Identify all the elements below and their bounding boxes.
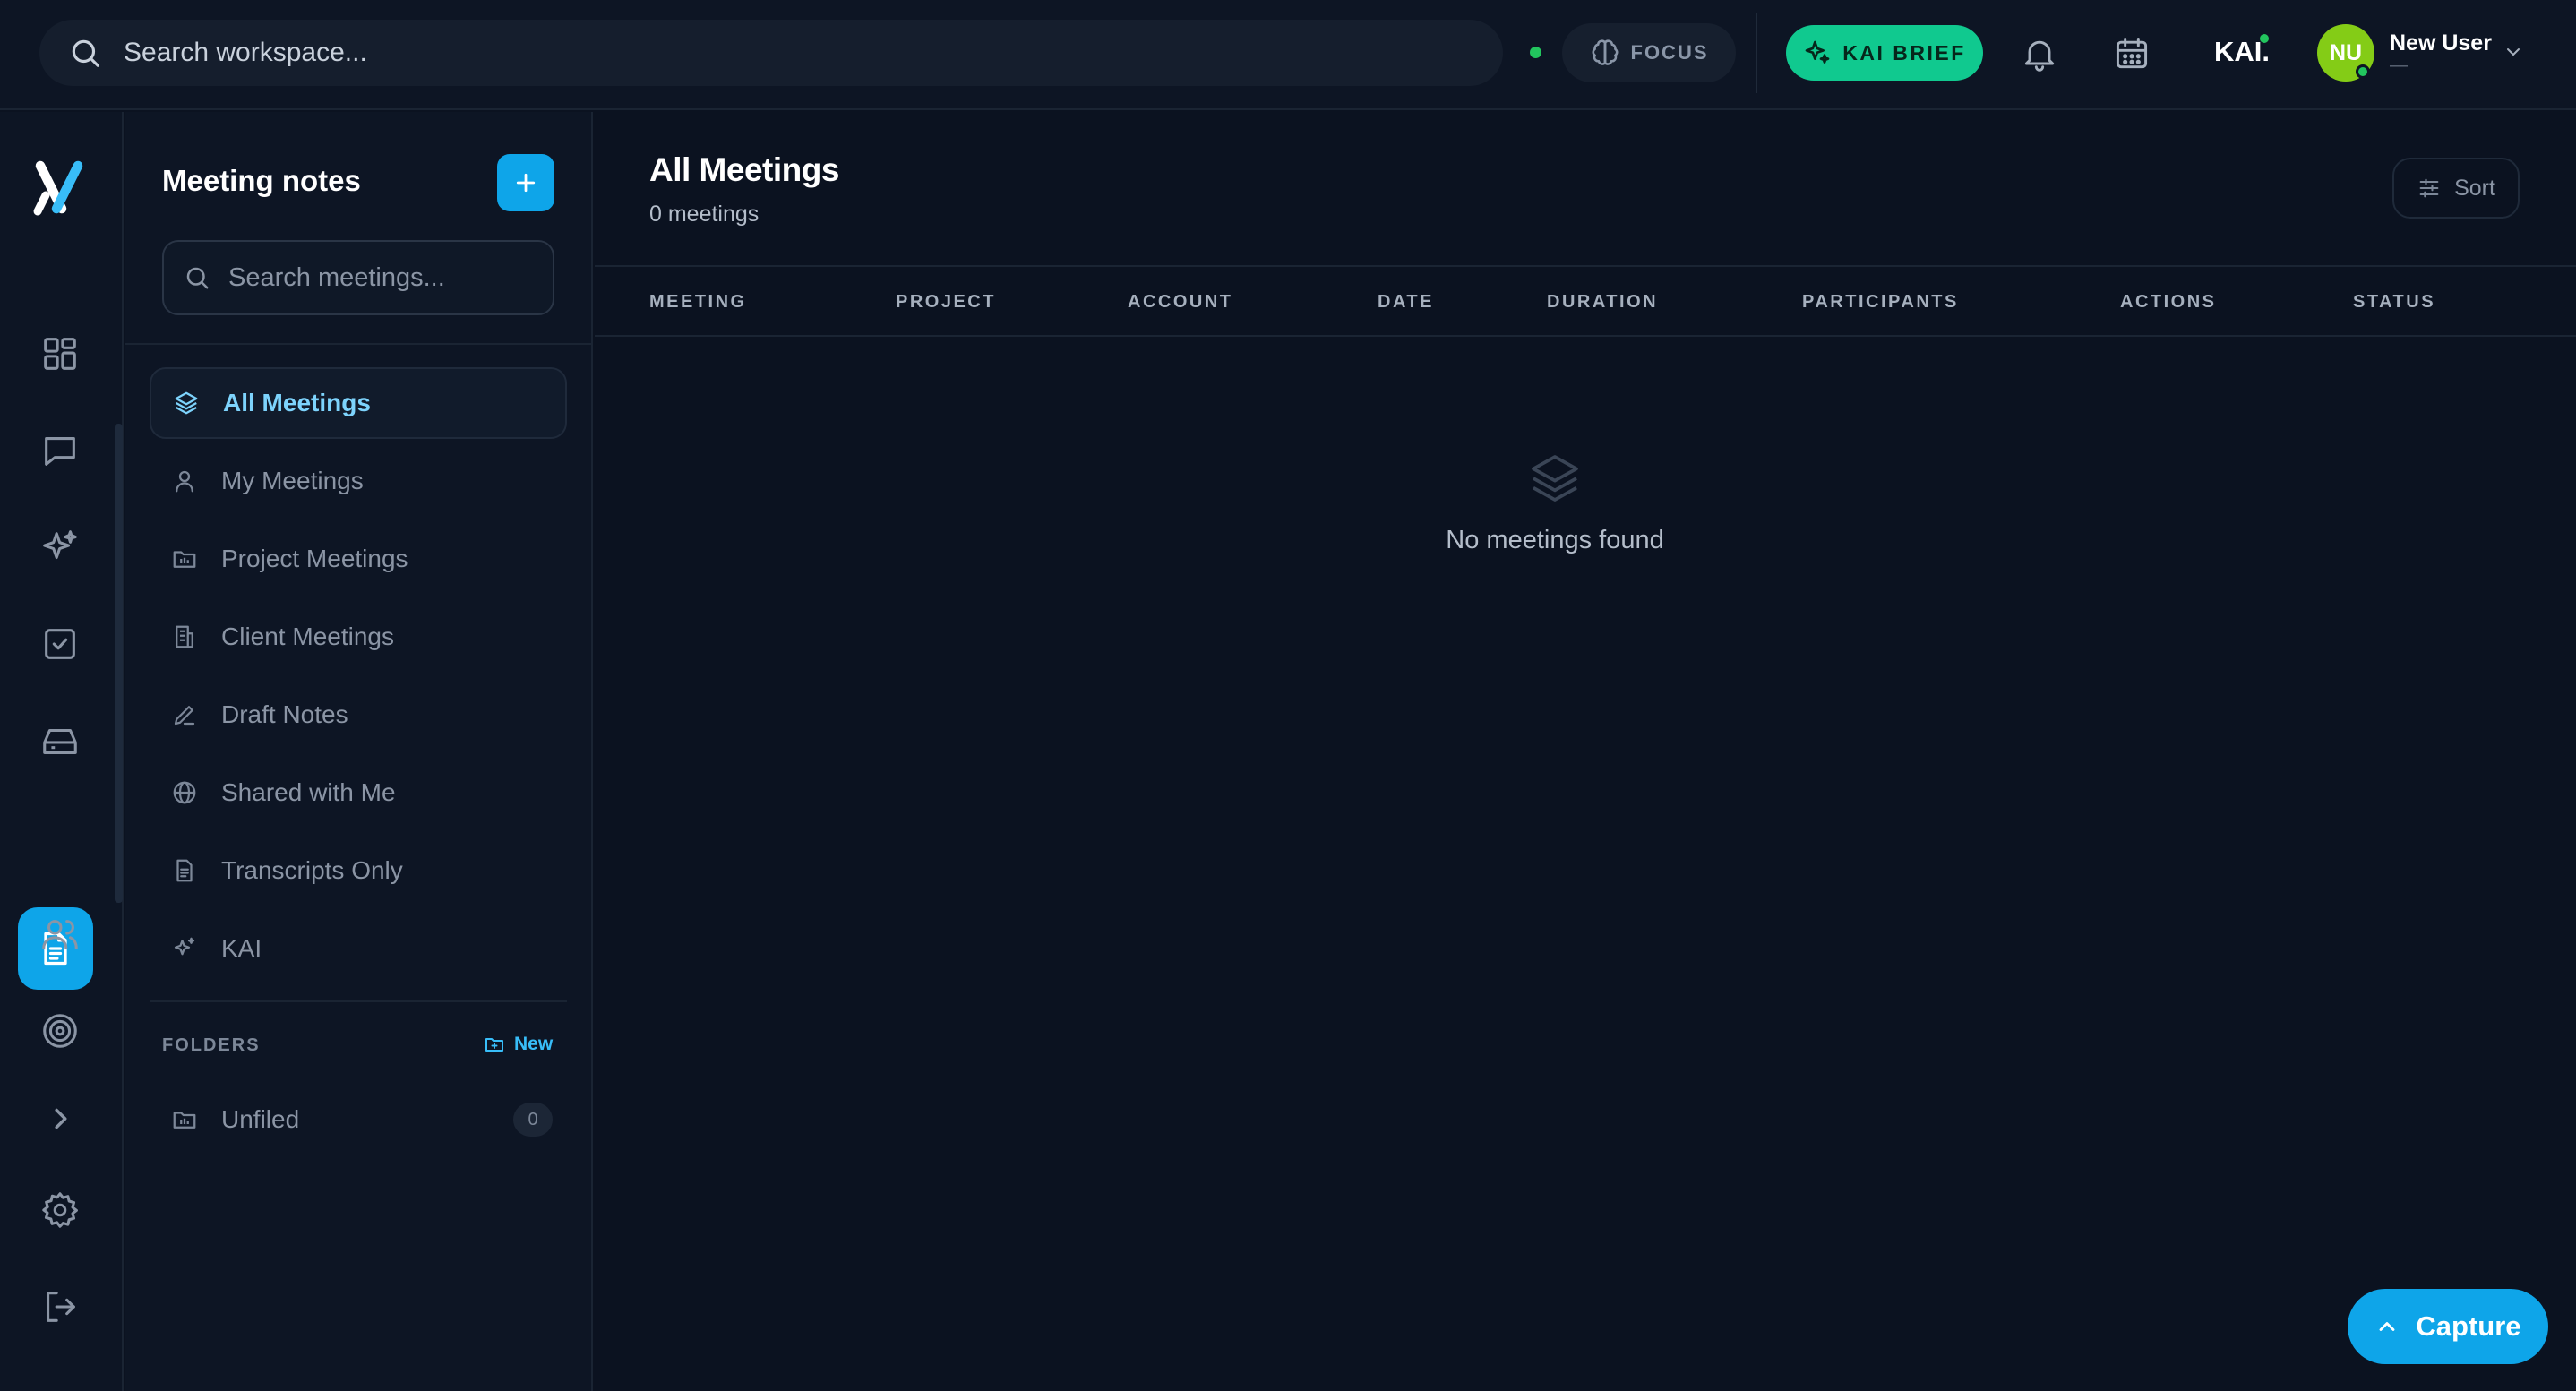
sort-label: Sort <box>2454 175 2495 201</box>
top-bar: Search workspace... FOCUS KAI BRIEF KAI.… <box>0 0 2576 110</box>
meeting-count: 0 meetings <box>649 202 760 227</box>
folders-heading: FOLDERS <box>162 1035 261 1055</box>
sidebar-divider <box>150 1000 567 1002</box>
bell-icon[interactable] <box>2020 34 2059 73</box>
checkbox-icon[interactable] <box>39 623 81 665</box>
column-header-status[interactable]: STATUS <box>2353 267 2435 337</box>
user-name[interactable]: New User <box>2390 30 2492 56</box>
sidebar-item-label: All Meetings <box>223 389 371 416</box>
building-icon <box>176 625 193 648</box>
folder-icon <box>173 1112 196 1129</box>
chevron-right-icon[interactable] <box>39 1098 81 1139</box>
new-folder-button[interactable]: New <box>484 1034 553 1055</box>
sparkle-icon <box>1805 40 1830 64</box>
layers-icon <box>1532 455 1578 502</box>
sidebar-divider <box>125 343 591 345</box>
sidebar-item-client-meetings[interactable]: Client Meetings <box>150 601 567 673</box>
sidebar-item-label: KAI <box>221 934 262 962</box>
workspace-search-input[interactable]: Search workspace... <box>39 20 1503 86</box>
globe-icon <box>173 781 196 804</box>
search-icon <box>72 39 99 67</box>
kai-brief-button[interactable]: KAI BRIEF <box>1786 25 1983 81</box>
add-meeting-button[interactable] <box>497 154 554 211</box>
kai-status-dot <box>2260 34 2269 43</box>
sidebar-item-shared-with-me[interactable]: Shared with Me <box>150 757 567 829</box>
page-title: All Meetings <box>649 151 839 188</box>
sidebar-item-transcripts-only[interactable]: Transcripts Only <box>150 835 567 906</box>
users-icon[interactable] <box>39 914 81 955</box>
sidebar-item-draft-notes[interactable]: Draft Notes <box>150 679 567 751</box>
gear-icon[interactable] <box>39 1189 81 1231</box>
sidebar-item-label: Client Meetings <box>221 623 394 650</box>
brain-icon <box>1592 39 1618 65</box>
column-header-account[interactable]: ACCOUNT <box>1128 267 1233 337</box>
inbox-icon[interactable] <box>39 720 81 761</box>
sidebar-item-kai[interactable]: KAI <box>150 913 567 984</box>
sidebar-item-my-meetings[interactable]: My Meetings <box>150 445 567 517</box>
search-icon <box>186 267 209 289</box>
chevron-down-icon[interactable] <box>2503 41 2524 63</box>
meeting-notes-sidebar: Meeting notes Search meetings... All Mee… <box>125 112 593 1391</box>
column-header-project[interactable]: PROJECT <box>896 267 996 337</box>
new-folder-label: New <box>514 1034 554 1054</box>
sidebar-item-label: Draft Notes <box>221 700 348 728</box>
capture-button[interactable]: Capture <box>2348 1289 2548 1364</box>
sidebar-title: Meeting notes <box>162 164 361 197</box>
empty-state-text: No meetings found <box>1446 526 1664 554</box>
calendar-icon[interactable] <box>2112 34 2151 73</box>
workspace-search-placeholder: Search workspace... <box>124 38 367 67</box>
sidebar-item-label: Shared with Me <box>221 778 396 806</box>
online-status-dot <box>1530 47 1541 58</box>
main-content: All Meetings 0 meetings Sort MEETING PRO… <box>595 112 2576 1391</box>
layers-icon <box>175 391 198 415</box>
folder-item-unfiled[interactable]: Unfiled 0 <box>171 1097 553 1142</box>
folder-count-badge: 0 <box>513 1103 553 1137</box>
capture-label: Capture <box>2416 1310 2521 1342</box>
kai-brief-label: KAI BRIEF <box>1842 40 1966 64</box>
focus-button[interactable]: FOCUS <box>1562 23 1736 82</box>
column-header-meeting[interactable]: MEETING <box>649 267 747 337</box>
meeting-search-input[interactable]: Search meetings... <box>162 240 554 315</box>
folder-plus-icon <box>485 1038 503 1052</box>
avatar-online-dot <box>2356 64 2370 79</box>
topbar-divider <box>1756 13 1757 93</box>
pen-icon <box>174 706 195 726</box>
folder-icon <box>173 551 196 568</box>
plus-icon <box>516 173 536 193</box>
column-header-actions[interactable]: ACTIONS <box>2120 267 2217 337</box>
user-subtitle: — <box>2390 56 2408 75</box>
column-header-participants[interactable]: PARTICIPANTS <box>1802 267 1959 337</box>
sidebar-item-label: Project Meetings <box>221 545 408 572</box>
rail-scrollbar[interactable] <box>115 424 123 903</box>
logout-icon[interactable] <box>39 1286 81 1327</box>
app-logo-icon[interactable] <box>27 155 91 219</box>
column-header-date[interactable]: DATE <box>1378 267 1434 337</box>
sparkle-icon[interactable] <box>39 527 81 568</box>
focus-label: FOCUS <box>1630 41 1709 64</box>
target-icon[interactable] <box>39 1010 81 1052</box>
chevron-up-icon <box>2380 1322 2395 1331</box>
dashboard-icon[interactable] <box>39 333 81 374</box>
sidebar-item-label: Transcripts Only <box>221 856 403 884</box>
sidebar-item-all-meetings[interactable]: All Meetings <box>150 367 567 439</box>
sparkle-icon <box>174 937 195 956</box>
document-icon <box>176 859 193 882</box>
column-header-duration[interactable]: DURATION <box>1547 267 1658 337</box>
meeting-search-placeholder: Search meetings... <box>228 262 445 292</box>
icon-rail <box>0 112 124 1391</box>
chat-icon[interactable] <box>39 430 81 471</box>
user-icon <box>176 470 193 493</box>
folder-label: Unfiled <box>221 1105 300 1133</box>
table-header: MEETING PROJECT ACCOUNT DATE DURATION PA… <box>595 265 2576 337</box>
sidebar-item-label: My Meetings <box>221 467 364 494</box>
sidebar-item-project-meetings[interactable]: Project Meetings <box>150 523 567 595</box>
sliders-icon <box>2419 178 2439 198</box>
sort-button[interactable]: Sort <box>2392 158 2520 219</box>
